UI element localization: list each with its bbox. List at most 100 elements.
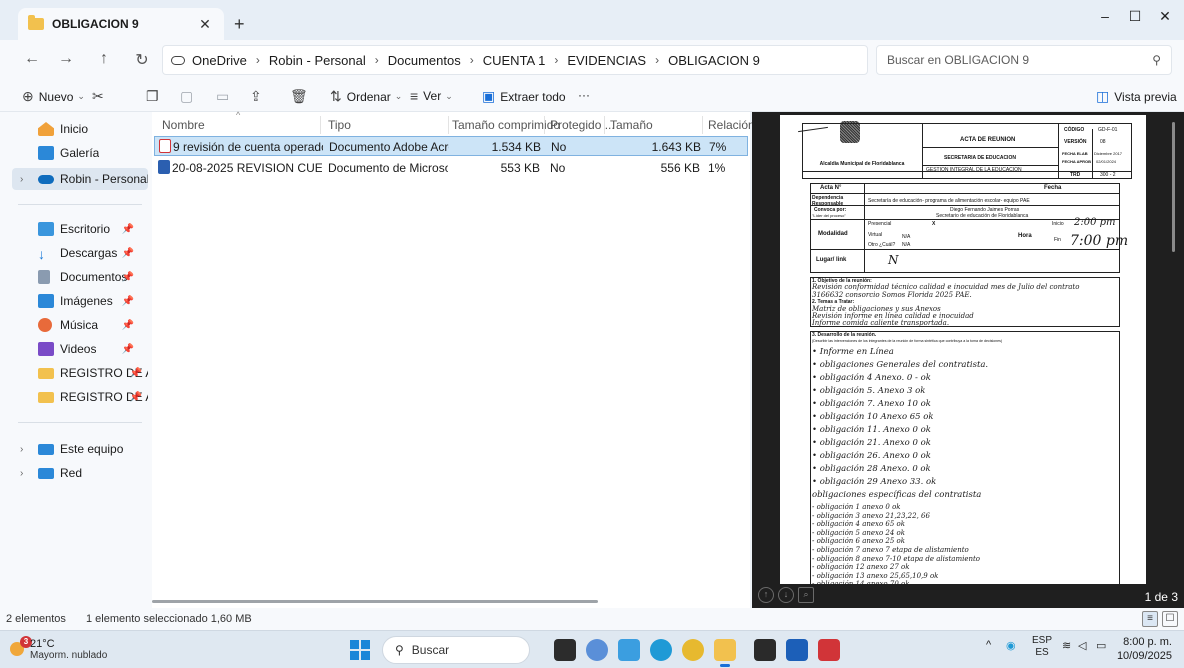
- view-button[interactable]: ≡ Ver ⌄: [410, 88, 453, 104]
- sidebar-item-red[interactable]: › Red: [12, 462, 148, 484]
- sidebar-item-registro-2[interactable]: REGISTRO DE ASI 📌: [12, 386, 148, 408]
- teams-icon[interactable]: [586, 639, 608, 661]
- taskbar-search[interactable]: ⚲ Buscar: [382, 636, 530, 664]
- file-row[interactable]: 9 revisión de cuenta operador mes ... Do…: [154, 136, 748, 156]
- search-box[interactable]: Buscar en OBLIGACION 9 ⚲: [876, 45, 1172, 75]
- sidebar-item-registro-1[interactable]: REGISTRO DE ASI 📌: [12, 362, 148, 384]
- sidebar-item-imagenes[interactable]: Imágenes 📌: [12, 290, 148, 312]
- pin-icon[interactable]: 📌: [122, 224, 134, 235]
- breadcrumb-onedrive[interactable]: OneDrive: [192, 53, 247, 68]
- pin-icon[interactable]: 📌: [122, 344, 134, 355]
- column-separator[interactable]: [544, 116, 545, 134]
- handwritten-note-line: • obligación 10 Anexo 65 ok: [812, 412, 934, 422]
- search-icon: ⚲: [1152, 53, 1161, 67]
- breadcrumb-robin-personal[interactable]: Robin - Personal: [269, 53, 366, 68]
- input-language[interactable]: ESP ES: [1032, 635, 1052, 659]
- column-header-name[interactable]: Nombre: [162, 118, 205, 132]
- handwritten-note-line: - obligación 13 anexo 25,65,10,9 ok: [812, 571, 939, 580]
- column-separator[interactable]: [320, 116, 321, 134]
- table-line: [810, 193, 1120, 194]
- edge-icon[interactable]: [650, 639, 672, 661]
- task-view-icon[interactable]: [554, 639, 576, 661]
- sidebar-item-galeria[interactable]: Galería: [12, 142, 148, 164]
- pin-icon[interactable]: 📌: [122, 320, 134, 331]
- page-up-icon[interactable]: ↑: [758, 587, 774, 603]
- maximize-button[interactable]: ☐: [1118, 8, 1152, 30]
- rename-icon[interactable]: ▭: [216, 88, 234, 105]
- paste-icon[interactable]: ▢: [180, 88, 198, 105]
- weather-widget[interactable]: 3 21°C Mayorm. nublado: [8, 636, 128, 664]
- up-arrow-icon[interactable]: ↑: [92, 50, 116, 68]
- pin-icon[interactable]: 📌: [122, 248, 134, 259]
- doc-fecha-elab-label: FECHA ELAB: [1062, 151, 1088, 156]
- sidebar-item-videos[interactable]: Videos 📌: [12, 338, 148, 360]
- tray-app-icon[interactable]: ◉: [1006, 639, 1016, 652]
- tiles-view-icon[interactable]: ☐: [1162, 611, 1178, 627]
- file-row[interactable]: 20-08-2025 REVISION CUENTA O... Document…: [154, 158, 748, 178]
- back-arrow-icon[interactable]: ←: [20, 50, 44, 68]
- show-hidden-icons-icon[interactable]: ^: [986, 639, 991, 651]
- horizontal-scrollbar[interactable]: [152, 600, 750, 604]
- breadcrumb-cuenta-1[interactable]: CUENTA 1: [483, 53, 546, 68]
- delete-icon[interactable]: 🗑: [290, 88, 313, 105]
- copy-icon[interactable]: ❐: [146, 88, 164, 105]
- page-down-icon[interactable]: ↓: [778, 587, 794, 603]
- minimize-button[interactable]: –: [1088, 8, 1122, 30]
- view-label: Ver: [423, 89, 442, 103]
- pin-icon[interactable]: 📌: [130, 392, 142, 403]
- forward-arrow-icon[interactable]: →: [54, 50, 78, 68]
- more-options-button[interactable]: ···: [578, 88, 590, 102]
- word-icon[interactable]: [786, 639, 808, 661]
- sidebar-item-robin-personal[interactable]: › Robin - Personal: [12, 168, 148, 190]
- column-separator[interactable]: [448, 116, 449, 134]
- sidebar-item-inicio[interactable]: Inicio: [12, 118, 148, 140]
- sidebar-item-escritorio[interactable]: Escritorio 📌: [12, 218, 148, 240]
- volume-icon[interactable]: ◁: [1078, 639, 1086, 652]
- close-window-button[interactable]: ✕: [1148, 8, 1182, 30]
- file-explorer-icon[interactable]: [714, 639, 736, 667]
- wifi-icon[interactable]: ≋: [1062, 639, 1071, 652]
- taskbar-search-label: Buscar: [411, 643, 450, 657]
- breadcrumb-documentos[interactable]: Documentos: [388, 53, 461, 68]
- battery-icon[interactable]: ▭: [1096, 639, 1106, 652]
- handwritten-note-line: • obligación 4 Anexo. 0 - ok: [812, 373, 931, 383]
- sidebar-item-este-equipo[interactable]: › Este equipo: [12, 438, 148, 460]
- cut-icon[interactable]: ✂: [92, 88, 109, 105]
- breadcrumb-evidencias[interactable]: EVIDENCIAS: [567, 53, 646, 68]
- column-separator[interactable]: [604, 116, 605, 134]
- breadcrumb-obligacion-9[interactable]: OBLIGACION 9: [668, 53, 760, 68]
- address-bar[interactable]: OneDrive › Robin - Personal › Documentos…: [162, 45, 868, 75]
- pin-icon[interactable]: 📌: [122, 272, 134, 283]
- pin-icon[interactable]: 📌: [122, 296, 134, 307]
- copilot-icon[interactable]: [618, 639, 640, 661]
- sidebar-item-musica[interactable]: Música 📌: [12, 314, 148, 336]
- scrollbar-thumb[interactable]: [152, 600, 598, 603]
- pin-icon[interactable]: 📌: [130, 368, 142, 379]
- extract-all-button[interactable]: ▣ Extraer todo: [482, 88, 566, 105]
- new-button[interactable]: ⊕ Nuevo ⌄: [22, 88, 85, 105]
- windows-start-icon[interactable]: [350, 640, 370, 660]
- preview-pane-button[interactable]: ◫ Vista previa: [1096, 88, 1177, 105]
- sidebar-item-documentos[interactable]: Documentos 📌: [12, 266, 148, 288]
- chrome-icon[interactable]: [682, 639, 704, 661]
- doc-lugar: N: [888, 253, 899, 267]
- new-tab-button[interactable]: +: [234, 14, 245, 35]
- acrobat-icon[interactable]: [818, 639, 840, 661]
- sort-button[interactable]: ⇅ Ordenar ⌄: [330, 88, 402, 105]
- column-header-ratio[interactable]: Relación: [708, 118, 755, 132]
- refresh-icon[interactable]: ↻: [130, 50, 154, 70]
- tab-obligacion-9[interactable]: OBLIGACION 9 ✕: [18, 8, 224, 40]
- title-bar: OBLIGACION 9 ✕ + – ☐ ✕: [0, 0, 1184, 40]
- details-view-icon[interactable]: ≡: [1142, 611, 1158, 627]
- app-icon[interactable]: [754, 639, 776, 661]
- column-header-size[interactable]: Tamaño: [610, 118, 653, 132]
- find-in-document-icon[interactable]: ⌕: [798, 587, 814, 603]
- column-separator[interactable]: [702, 116, 703, 134]
- column-header-protected[interactable]: Protegido ...: [550, 118, 615, 132]
- share-icon[interactable]: ⇪: [250, 88, 267, 105]
- column-header-type[interactable]: Tipo: [328, 118, 351, 132]
- clock[interactable]: 8:00 p. m. 10/09/2025: [1117, 635, 1172, 663]
- close-tab-button[interactable]: ✕: [196, 16, 214, 33]
- preview-scrollbar[interactable]: [1172, 122, 1175, 252]
- sidebar-item-descargas[interactable]: ↓ Descargas 📌: [12, 242, 148, 264]
